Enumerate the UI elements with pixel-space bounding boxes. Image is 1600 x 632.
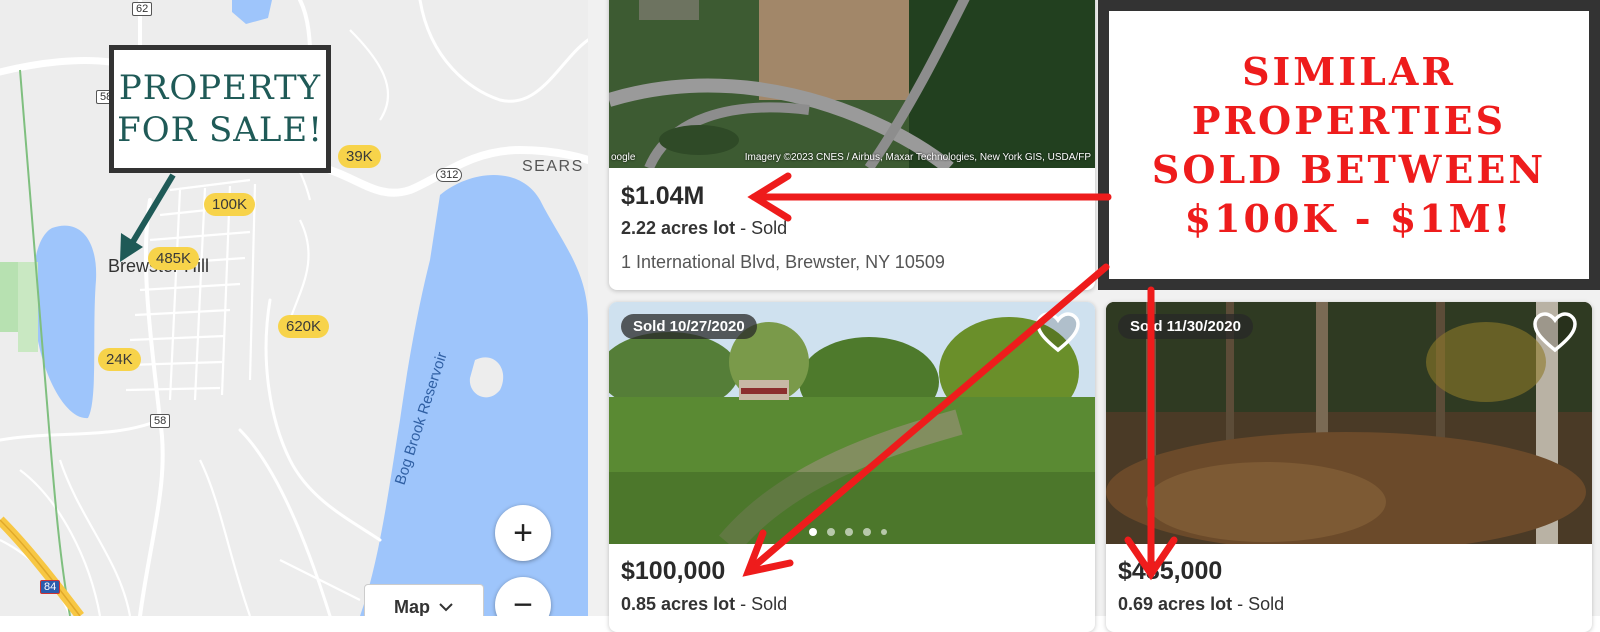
listing-address[interactable]: 1 International Blvd, Brewster, NY 10509 (621, 252, 945, 273)
similar-properties-callout: SIMILAR PROPERTIES SOLD BETWEEN $100K - … (1098, 0, 1600, 290)
listing-price: $485,000 (1118, 557, 1223, 585)
listing-lot-line: 2.22 acres lot - Sold (621, 218, 787, 239)
listing-status: - Sold (1232, 594, 1285, 614)
lot-size: 0.69 acres lot (1118, 594, 1233, 614)
listing-card-1[interactable]: oogle Imagery ©2023 CNES / Airbus, Maxar… (609, 0, 1095, 290)
listing-photo-aerial (609, 0, 1095, 168)
photo-brand: oogle (611, 152, 636, 163)
price-pill-620k[interactable]: 620K (278, 315, 330, 338)
callout-line-1: SIMILAR (1242, 49, 1456, 94)
lot-size: 0.85 acres lot (621, 594, 736, 614)
west-lake (32, 225, 97, 419)
property-for-sale-callout: PROPERTY FOR SALE! (109, 45, 331, 173)
carousel-dot-1[interactable] (809, 528, 817, 536)
map-type-button[interactable]: Map (364, 584, 484, 616)
price-pill-100k[interactable]: 100K (204, 193, 256, 216)
callout-line-2: PROPERTIES (1191, 98, 1507, 143)
callout-line-3: SOLD BETWEEN (1151, 147, 1547, 192)
callout-line-2: FOR SALE! (117, 110, 323, 150)
listing-price: $100,000 (621, 557, 726, 585)
carousel-dot-3[interactable] (845, 528, 853, 536)
favorite-heart-icon[interactable] (1532, 312, 1578, 354)
listing-status: - Sold (735, 218, 788, 238)
listing-card-2[interactable]: Sold 10/27/2020 $100,000 0.85 acres lot … (609, 302, 1095, 632)
listing-card-3[interactable]: Sold 11/30/2020 $485,000 0.69 acres lot … (1106, 302, 1592, 632)
map-type-label: Map (394, 596, 430, 617)
route-312-shield: 312 (436, 168, 463, 182)
price-pill-485k[interactable]: 485K (148, 247, 200, 270)
carousel-dot-2[interactable] (827, 528, 835, 536)
route-58-shield-south: 58 (150, 414, 171, 428)
listing-price: $1.04M (621, 182, 705, 210)
price-pill-39k[interactable]: 39K (338, 145, 381, 168)
bog-brook-reservoir (360, 175, 588, 616)
favorite-heart-icon[interactable] (1035, 312, 1081, 354)
carousel-dots[interactable] (809, 528, 887, 536)
carousel-dot-5[interactable] (881, 529, 887, 535)
photo-credit: Imagery ©2023 CNES / Airbus, Maxar Techn… (744, 152, 1091, 163)
sold-date-badge: Sold 10/27/2020 (621, 314, 757, 339)
callout-line-1: PROPERTY (118, 68, 322, 108)
listing-lot-line: 0.69 acres lot - Sold (1118, 594, 1284, 615)
carousel-dot-4[interactable] (863, 528, 871, 536)
interstate-84-shield: 84 (40, 580, 61, 594)
route-62-shield: 62 (132, 2, 153, 16)
chevron-down-icon (439, 603, 453, 612)
callout-line-4: $100K - $1M! (1184, 196, 1514, 241)
sears-label: SEARS (522, 158, 584, 175)
price-pill-24k[interactable]: 24K (98, 348, 141, 371)
lot-size: 2.22 acres lot (621, 218, 736, 238)
sold-date-badge: Sold 11/30/2020 (1118, 314, 1253, 339)
listing-status: - Sold (735, 594, 788, 614)
listing-lot-line: 0.85 acres lot - Sold (621, 594, 787, 615)
zoom-in-button[interactable]: + (495, 505, 551, 561)
